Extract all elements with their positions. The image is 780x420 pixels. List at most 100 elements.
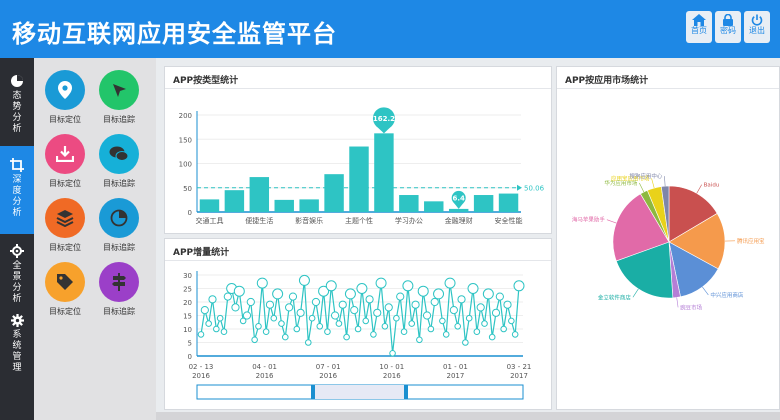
data-point [511, 331, 519, 338]
data-point [411, 300, 420, 309]
data-point [262, 328, 270, 335]
data-point [375, 277, 387, 289]
x-tick-label-year: 2016 [192, 372, 210, 380]
pie-leader-line [664, 176, 666, 187]
signpost-icon [99, 262, 139, 302]
data-point [223, 292, 232, 301]
sidebar: 态势分析 深度分析 全景分析 系统管理 [0, 58, 34, 420]
target-tool-panel: 目标定位 目标追踪 目标定位 目标追踪 目标定位 目标追踪 目标定位 目标追踪 [34, 58, 156, 420]
data-point [205, 320, 212, 327]
range-slider-handle[interactable] [311, 385, 315, 399]
data-point [503, 300, 512, 309]
cursor-icon [99, 70, 139, 110]
target-locate-tile[interactable]: 目标定位 [40, 262, 90, 332]
sidebar-item-system[interactable]: 系统管理 [0, 308, 34, 388]
home-button[interactable]: 首页 [686, 11, 712, 43]
data-point [362, 317, 370, 325]
data-point [384, 303, 393, 312]
data-point [255, 323, 262, 330]
data-point [335, 320, 343, 327]
y-tick-label: 100 [179, 161, 192, 169]
logout-button-label: 退出 [749, 26, 765, 35]
app-type-bar-chart: 0 50 100 150 200 交通工具 便捷生活 影音娱乐 主题个性 学习办公 金融理财 安全性能… [179, 107, 545, 225]
data-point [481, 320, 488, 327]
data-point [197, 331, 205, 338]
data-point [296, 308, 305, 317]
data-point [344, 288, 356, 300]
bar [448, 208, 469, 212]
pie-label: 中兴应用商店 [710, 291, 744, 299]
logout-button[interactable]: 退出 [744, 11, 770, 43]
data-point [500, 325, 507, 333]
sidebar-item-label: 全景分析 [12, 261, 22, 304]
power-icon [751, 14, 763, 26]
max-marker-label: 162.2 [373, 115, 395, 123]
target-track-tile[interactable]: 目标追踪 [94, 70, 144, 140]
data-point [293, 325, 301, 333]
bar [224, 190, 245, 212]
data-point [208, 295, 217, 304]
target-track-tile[interactable]: 目标追踪 [94, 134, 144, 204]
data-point [482, 288, 494, 300]
sidebar-item-depth[interactable]: 深度分析 [0, 146, 34, 234]
target-locate-tile[interactable]: 目标定位 [40, 70, 90, 140]
x-tick-label-year: 2016 [256, 372, 274, 380]
data-point [365, 295, 374, 304]
data-point [513, 280, 525, 292]
pie-label: 搜狗应用中心 [629, 172, 663, 180]
target-track-tile[interactable]: 目标追踪 [94, 198, 144, 268]
bar [424, 201, 444, 212]
range-slider-handle[interactable] [404, 385, 408, 399]
data-point [430, 297, 439, 307]
x-tick-label: 金融理财 [445, 216, 473, 225]
x-tick-label: 安全性能 [495, 216, 523, 225]
data-point [308, 314, 316, 322]
pie-leader-line [639, 182, 645, 193]
data-point [265, 300, 275, 309]
app-increment-line-chart: 05101520253002 - 13201604 - 01201607 - 0… [183, 271, 532, 400]
crop-icon [10, 158, 24, 172]
average-arrow [517, 184, 522, 191]
data-point [246, 297, 255, 307]
bar [199, 199, 220, 212]
tile-label: 目标定位 [49, 179, 81, 188]
app-title: 移动互联网应用安全监管平台 [12, 20, 337, 48]
tile-label: 目标追踪 [103, 179, 135, 188]
range-slider-selection [313, 385, 405, 399]
data-point [457, 295, 466, 304]
y-tick-label: 50 [183, 185, 192, 193]
tile-label: 目标追踪 [103, 115, 135, 124]
x-tick-label: 便捷生活 [245, 216, 273, 225]
sidebar-item-situation[interactable]: 态势分析 [0, 64, 34, 146]
sidebar-item-label: 态势分析 [12, 91, 22, 134]
x-tick-label-year: 2016 [383, 372, 401, 380]
data-point [338, 300, 347, 309]
sidebar-item-label: 系统管理 [12, 330, 22, 373]
password-button[interactable]: 密码 [715, 11, 741, 43]
x-tick-label: 03 - 21 [507, 363, 532, 371]
app-increment-chart-panel: APP增量统计 0 5 10 15 20 25 30 02 - 13 2016 04 - 01 20… [164, 238, 552, 410]
data-point [370, 331, 377, 338]
data-point [350, 306, 359, 315]
gear-icon [10, 314, 24, 327]
sidebar-item-panorama[interactable]: 全景分析 [0, 236, 34, 306]
target-track-tile[interactable]: 目标追踪 [94, 262, 144, 332]
y-tick-label: 20 [183, 299, 192, 307]
data-point [324, 328, 331, 335]
data-point [242, 311, 252, 320]
data-point [343, 333, 350, 341]
y-tick-label: 25 [183, 286, 192, 294]
app-header: 移动互联网应用安全监管平台 首页 密码 退出 [0, 0, 780, 58]
home-icon [692, 14, 706, 26]
tag-icon [45, 262, 85, 302]
target-locate-tile[interactable]: 目标定位 [40, 198, 90, 268]
target-locate-tile[interactable]: 目标定位 [40, 134, 90, 204]
home-button-label: 首页 [691, 26, 707, 35]
data-point [216, 314, 224, 322]
pie-chart-icon [99, 198, 139, 238]
password-button-label: 密码 [720, 26, 736, 35]
pie-icon [11, 75, 23, 87]
app-market-chart-panel: APP按应用市场统计 Baidu 腾讯应用宝 中兴应用商店 豌豆市场 金立软件商店 海马苹… [556, 66, 780, 410]
x-tick-label-year: 2016 [319, 372, 337, 380]
data-point [508, 317, 515, 325]
